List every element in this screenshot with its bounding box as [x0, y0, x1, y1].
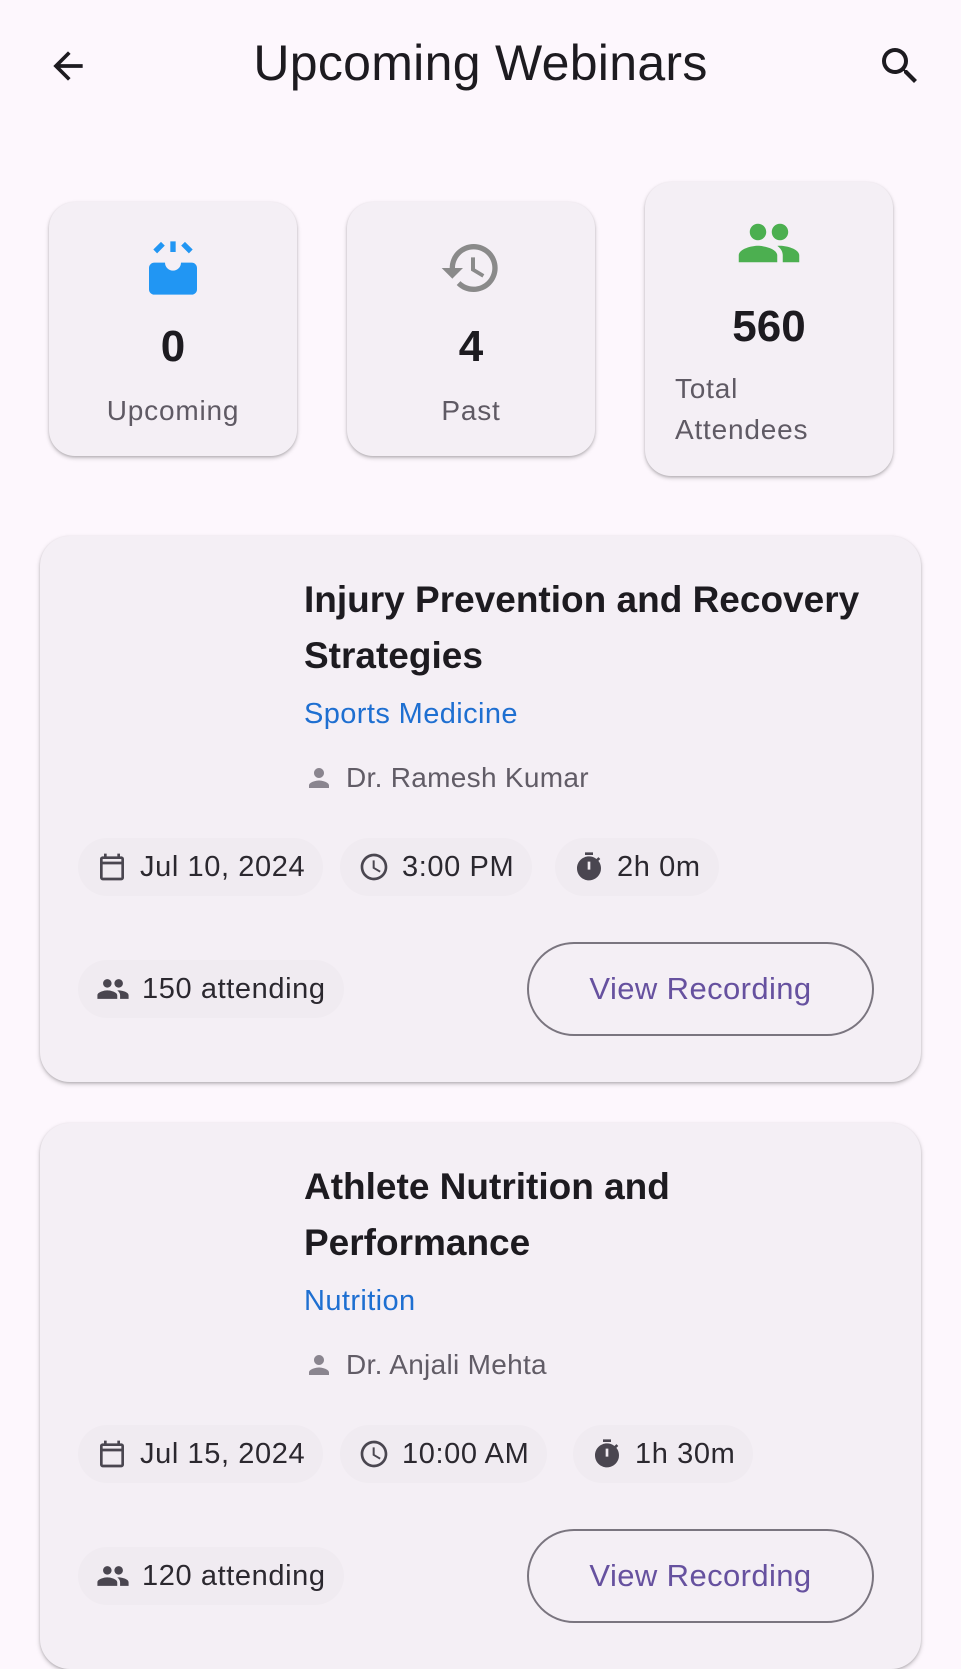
webinar-card[interactable]: Athlete Nutrition and Performance Nutrit…: [40, 1123, 921, 1669]
webinar-category: Sports Medicine: [304, 698, 518, 730]
calendar-icon: [100, 1440, 124, 1468]
stat-card-past: 4 Past: [347, 202, 595, 456]
calendar-icon: [100, 853, 124, 881]
people-icon: [738, 223, 800, 263]
speaker-name: Dr. Ramesh Kumar: [346, 762, 589, 793]
webinar-duration: 2h 0m: [617, 850, 701, 883]
timer-icon: [595, 1439, 619, 1468]
webinar-card[interactable]: Injury Prevention and Recovery Strategie…: [40, 536, 921, 1082]
stat-value-past: 4: [458, 322, 484, 371]
stat-label-attendees-line2: Attendees: [675, 414, 809, 445]
person-icon: [309, 1355, 329, 1375]
stat-card-upcoming: 0 Upcoming: [49, 202, 297, 456]
people-icon: [97, 1566, 129, 1586]
webinar-title-line1: Injury Prevention and Recovery: [304, 579, 860, 620]
search-button[interactable]: [876, 42, 924, 90]
attending-chip: 150 attending: [78, 960, 344, 1018]
webinar-title: Athlete Nutrition and Performance: [304, 1159, 884, 1271]
webinar-title-line1: Athlete Nutrition and: [304, 1166, 670, 1207]
webinar-speaker: Dr. Ramesh Kumar: [304, 758, 589, 798]
duration-chip: 2h 0m: [555, 838, 719, 896]
webinar-title-line2: Strategies: [304, 635, 483, 676]
app-bar: Upcoming Webinars: [0, 0, 961, 132]
people-icon-wrap: [645, 210, 893, 276]
search-icon: [882, 48, 917, 83]
view-recording-button[interactable]: View Recording: [527, 942, 874, 1036]
stat-value-upcoming: 0: [160, 322, 186, 371]
date-chip: Jul 10, 2024: [78, 838, 324, 896]
timer-icon: [577, 852, 601, 881]
date-chip: Jul 15, 2024: [78, 1425, 324, 1483]
stat-label-attendees-line1: Total: [675, 373, 739, 404]
webinar-date: Jul 15, 2024: [140, 1437, 306, 1470]
webinar-time: 3:00 PM: [402, 850, 515, 883]
webinar-title-line2: Performance: [304, 1222, 531, 1263]
webinar-time: 10:00 AM: [402, 1437, 530, 1470]
webinar-date: Jul 10, 2024: [140, 850, 306, 883]
webinar-speaker: Dr. Anjali Mehta: [304, 1345, 547, 1385]
webinar-duration: 1h 30m: [635, 1437, 736, 1470]
upcoming-icon: [149, 241, 197, 295]
history-icon-wrap: [347, 236, 595, 300]
clock-icon: [360, 1440, 388, 1468]
stat-label-upcoming: Upcoming: [106, 395, 240, 426]
people-icon: [97, 979, 129, 999]
history-icon: [441, 244, 498, 293]
clock-icon: [360, 853, 388, 881]
view-recording-button[interactable]: View Recording: [527, 1529, 874, 1623]
person-icon: [309, 768, 329, 788]
speaker-name: Dr. Anjali Mehta: [346, 1349, 547, 1380]
time-chip: 10:00 AM: [340, 1425, 548, 1483]
upcoming-icon-wrap: [49, 236, 297, 300]
attending-count: 120 attending: [142, 1559, 326, 1592]
stat-label-past: Past: [441, 395, 501, 426]
attending-count: 150 attending: [142, 972, 326, 1005]
stat-value-attendees: 560: [732, 302, 806, 351]
page-title: Upcoming Webinars: [253, 35, 708, 91]
duration-chip: 1h 30m: [573, 1425, 754, 1483]
attending-chip: 120 attending: [78, 1547, 344, 1605]
stat-card-attendees: 560 Total Attendees: [645, 182, 893, 476]
time-chip: 3:00 PM: [340, 838, 533, 896]
webinar-category: Nutrition: [304, 1285, 416, 1317]
webinar-title: Injury Prevention and Recovery Strategie…: [304, 572, 884, 684]
